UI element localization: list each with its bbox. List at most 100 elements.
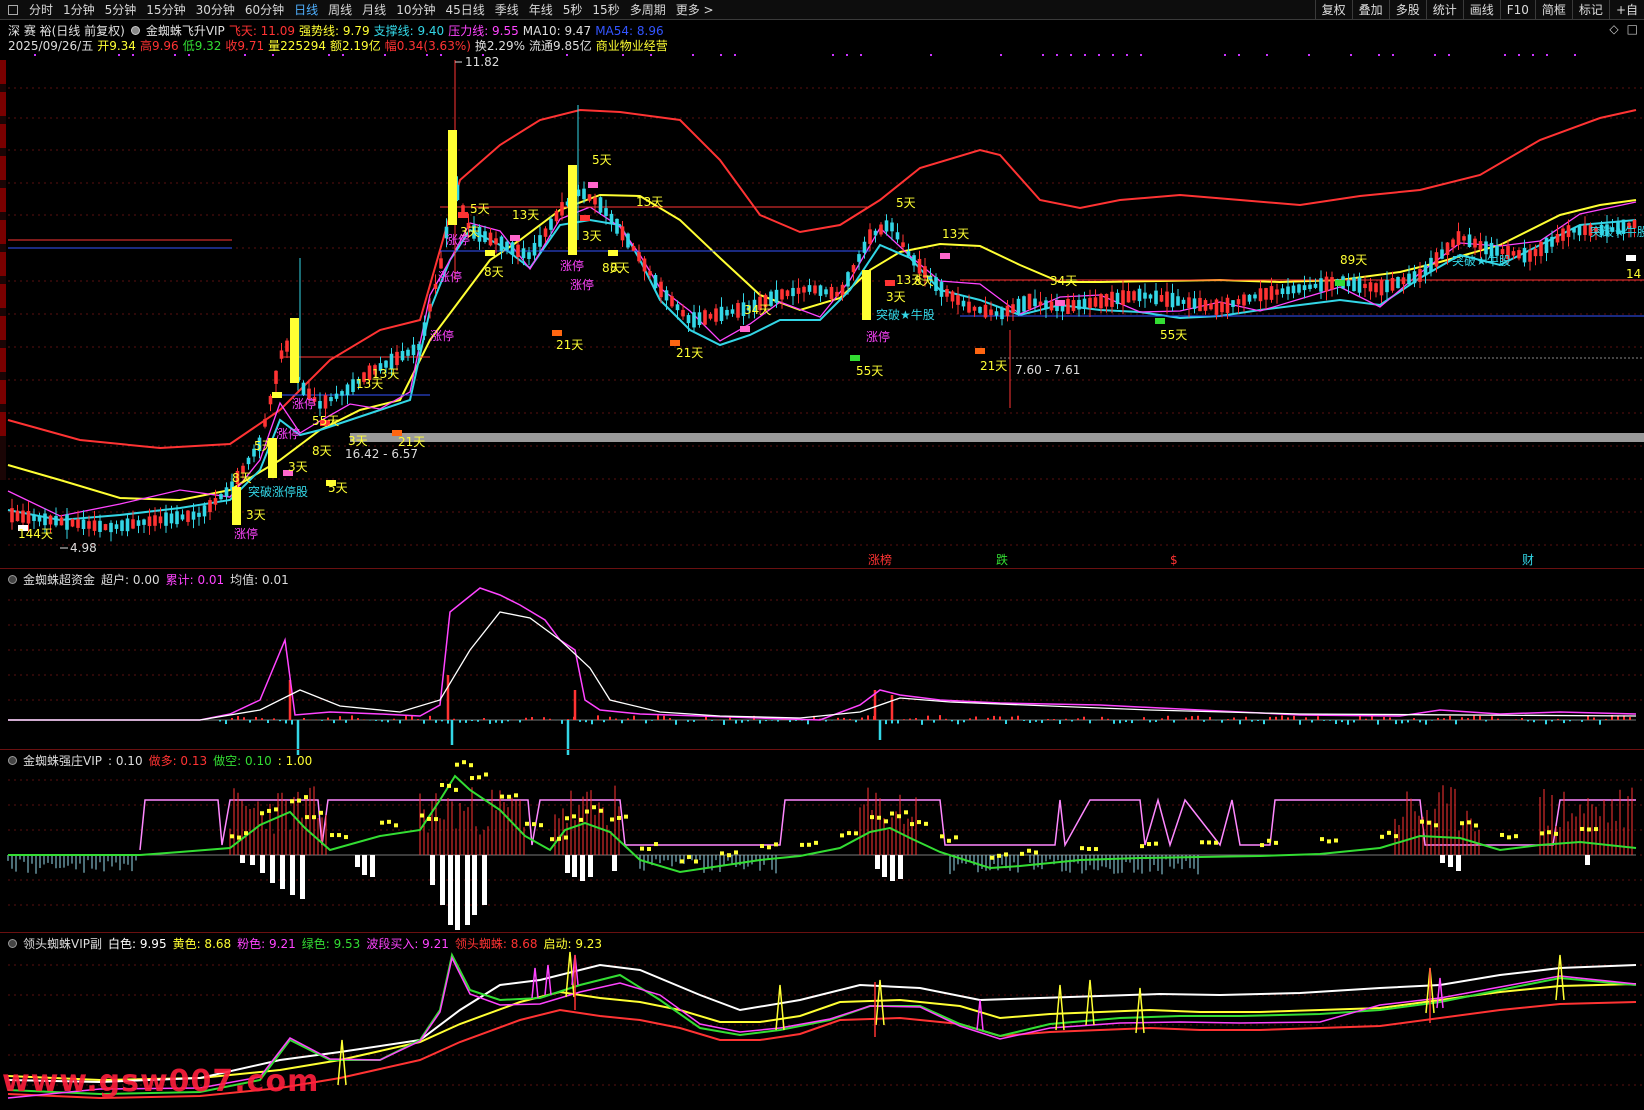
dealer-dot [910, 822, 914, 827]
dealer-dot [447, 783, 451, 788]
dealer-dot [477, 775, 481, 780]
dealer-dot [290, 799, 294, 804]
dealer-dot [870, 815, 874, 820]
signal-marker [272, 392, 282, 398]
super-value: 超户: 0.00 [101, 573, 160, 587]
site-watermark: www.gsw007.com [2, 1064, 320, 1099]
candle-body [1561, 228, 1565, 241]
edge-price-label: 14 [1626, 267, 1641, 281]
dealer-dot [230, 834, 234, 839]
signal-dot [566, 54, 568, 56]
candle-body [697, 312, 702, 326]
dealer-dot [344, 835, 348, 840]
indicator-value: : 0.10 [108, 753, 143, 768]
signal-marker [458, 212, 468, 218]
candle-body [961, 300, 966, 307]
dealer-bar [455, 855, 460, 930]
day-label: 3天 [246, 508, 266, 522]
candle-body [1033, 298, 1037, 307]
panel-title[interactable]: 领头蜘蛛VIP副 [23, 935, 102, 952]
signal-tag: 涨停 [570, 277, 594, 292]
dealer-bar [472, 855, 477, 915]
candle-body [263, 419, 267, 427]
signal-dot [272, 54, 274, 56]
dealer-dot [647, 847, 651, 852]
dealer-dot [1507, 835, 1511, 840]
panel-settings-icon[interactable] [8, 575, 17, 584]
dealer-dot [500, 794, 504, 799]
candle-body [950, 291, 955, 302]
breakout-bar [568, 165, 577, 255]
signal-dot [1140, 54, 1142, 56]
signal-dot [622, 54, 624, 56]
candle-body [494, 238, 498, 245]
candle-body [109, 522, 113, 533]
candle-body [912, 255, 916, 266]
dealer-dot [1027, 848, 1031, 853]
candle-body [719, 306, 724, 322]
candle-body [939, 281, 944, 297]
candle-body [246, 457, 251, 465]
candle-body [554, 210, 559, 222]
dealer-dot [440, 783, 444, 788]
signal-marker [588, 182, 598, 188]
dealer-bar [430, 855, 435, 885]
candle-body [824, 289, 828, 295]
candle-body [142, 519, 146, 525]
candle-body [1572, 227, 1576, 233]
panel-title[interactable]: 金蜘蛛超资金 [23, 571, 95, 588]
signal-dot [930, 54, 932, 56]
candle-body [175, 511, 179, 525]
signal-marker [552, 330, 562, 336]
dealer-dot [924, 821, 928, 826]
candle-body [422, 322, 427, 336]
candle-body [670, 296, 674, 307]
candle-body [1517, 250, 1521, 259]
signal-dot [1378, 54, 1380, 56]
dealer-dot [734, 850, 738, 855]
candle-body [323, 395, 328, 409]
dealer-dot [767, 845, 771, 850]
pressure-line [7, 201, 1637, 517]
dealer-dot [680, 859, 684, 864]
candle-body [1566, 225, 1571, 238]
wave-spike [1436, 977, 1444, 1009]
candle-body [433, 283, 438, 289]
dealer-dot [380, 820, 384, 825]
dealer-dot [687, 854, 691, 859]
candle-body [851, 265, 856, 273]
candle-body [120, 520, 124, 532]
signal-dot [188, 54, 190, 56]
dealer-dot [387, 819, 391, 824]
candle-body [1115, 292, 1120, 305]
candle-body [989, 309, 993, 316]
signal-dot [1518, 54, 1520, 56]
panel-title[interactable]: 金蜘蛛强庄VIP [23, 752, 102, 769]
day-label: 5天 [254, 439, 274, 453]
signal-tag: 突破★牛股 [1452, 253, 1511, 268]
candle-body [1253, 294, 1257, 299]
dealer-dot [599, 808, 603, 813]
dealer-bar [465, 855, 470, 925]
candle-body [1110, 291, 1114, 307]
candle-body [681, 309, 685, 317]
candle-body [956, 295, 960, 305]
candle-body [285, 340, 289, 352]
dealer-dot [550, 837, 554, 842]
candle-body [1385, 280, 1389, 293]
panel-settings-icon[interactable] [8, 756, 17, 765]
dealer-dot [760, 844, 764, 849]
panel-settings-icon[interactable] [8, 939, 17, 948]
candle-body [642, 258, 647, 272]
candle-body [829, 286, 834, 300]
candle-body [609, 213, 614, 225]
candle-body [1022, 296, 1026, 312]
dealer-dot [514, 793, 518, 798]
dealer-dot [814, 840, 818, 845]
dealer-bar [572, 855, 577, 877]
candle-body [461, 205, 465, 213]
candle-body [1583, 225, 1587, 235]
signal-dot [174, 54, 176, 56]
candle-body [1126, 290, 1131, 303]
candle-body [945, 289, 949, 297]
